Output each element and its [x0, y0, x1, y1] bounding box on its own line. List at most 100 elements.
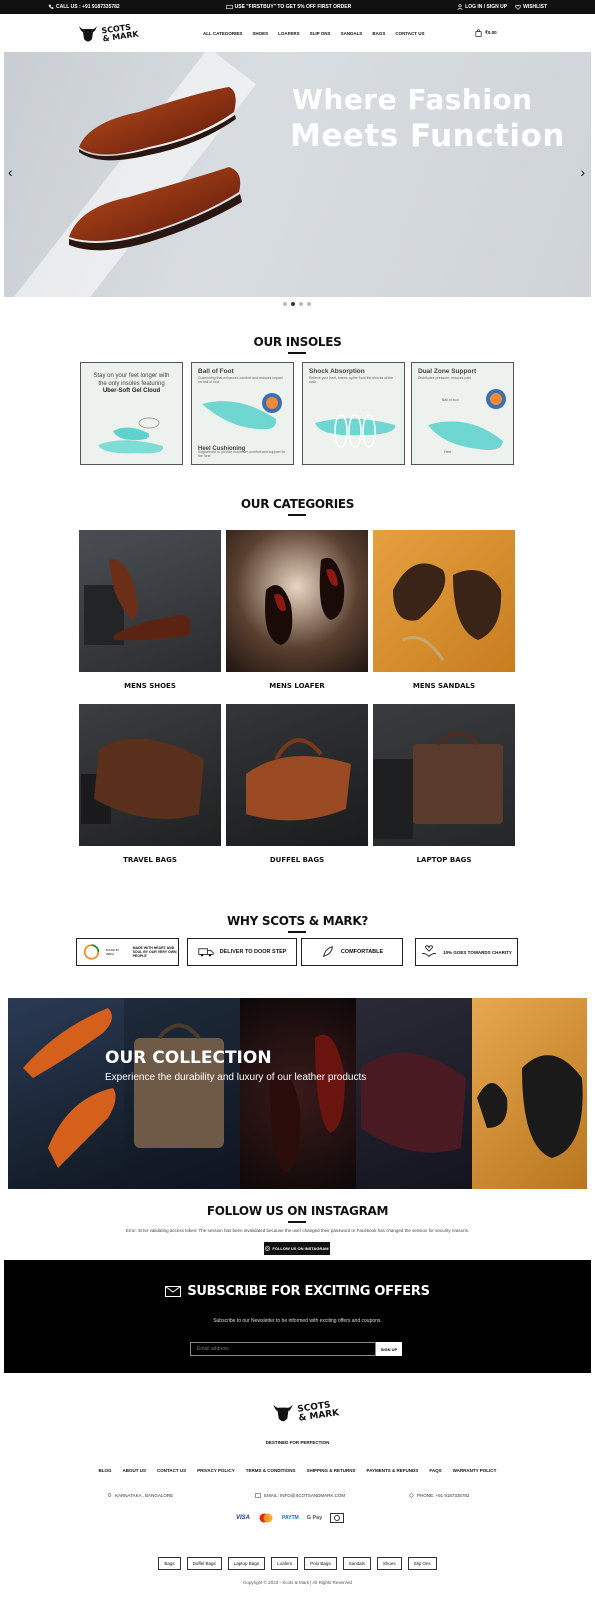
loafer-image — [69, 87, 242, 251]
footer-link-contact[interactable]: CONTACT US — [157, 1468, 186, 1473]
category-label[interactable]: MENS SANDALS — [373, 682, 515, 690]
tag-shoes[interactable]: Shoes — [376, 1557, 402, 1570]
category-laptop-bags[interactable] — [373, 704, 515, 846]
slider-dot-1[interactable] — [283, 302, 287, 306]
nav-all-categories[interactable]: ALL CATEGORIES — [203, 31, 242, 36]
insole-card-1[interactable]: Stay on your feet longer with the only in… — [80, 362, 183, 465]
newsletter-email-input[interactable] — [190, 1342, 376, 1356]
tag-laptop-bags[interactable]: Laptop Bags — [227, 1557, 266, 1570]
mens-loafer-image — [265, 557, 345, 645]
promo-info: USE "FIRSTBUY" TO GET 5% OFF FIRST ORDER — [225, 4, 351, 10]
made-in-india-icon — [83, 944, 100, 960]
visa-icon: VISA — [236, 1515, 251, 1521]
nav-contact-us[interactable]: CONTACT US — [395, 31, 424, 36]
tag-bags[interactable]: Bags — [158, 1557, 181, 1570]
category-label[interactable]: LAPTOP BAGS — [373, 856, 515, 864]
brown-bag-image — [134, 1023, 224, 1148]
instagram-follow-button[interactable]: FOLLOW US ON INSTAGRAM — [264, 1242, 330, 1255]
hero-next-arrow[interactable]: › — [580, 164, 585, 180]
category-label[interactable]: DUFFEL BAGS — [226, 856, 368, 864]
hero-headline: Where Fashion Meets Function — [290, 83, 565, 154]
tag-sandals[interactable]: Sandals — [342, 1557, 371, 1570]
title-underline — [288, 1221, 306, 1223]
charity-hands-icon — [422, 945, 437, 957]
collection-banner[interactable]: OUR COLLECTION Experience the durability… — [8, 998, 587, 1189]
truck-icon — [197, 948, 214, 957]
footer-email[interactable]: EMAIL: INFO@SCOTSANDMARK.COM — [255, 1493, 345, 1498]
nav-shoes[interactable]: SHOES — [252, 31, 268, 36]
site-logo[interactable]: SCOTS & MARK — [76, 21, 139, 45]
insole-card-desc: Distributes pressure, reduces pain — [418, 376, 472, 380]
footer-link-shipping[interactable]: SHIPPING & RETURNS — [307, 1468, 356, 1473]
why-comfortable: COMFORTABLE — [301, 938, 403, 966]
footer-links: BLOG ABOUT US CONTACT US PRIVACY POLICY … — [0, 1468, 595, 1473]
newsletter-signup-button[interactable]: SIGN UP — [376, 1342, 402, 1356]
footer-link-privacy[interactable]: PRIVACY POLICY — [197, 1468, 235, 1473]
category-mens-sandals[interactable] — [373, 530, 515, 672]
tag-duffel-bags[interactable]: Duffel Bags — [186, 1557, 222, 1570]
slider-dots — [283, 302, 311, 306]
why-item-text: COMFORTABLE — [340, 949, 384, 955]
envelope-icon — [165, 1286, 182, 1297]
category-duffel-bags[interactable] — [226, 704, 368, 846]
laptop-bags-image — [373, 732, 503, 839]
footer-link-about[interactable]: ABOUT US — [123, 1468, 147, 1473]
duffel-bags-image — [246, 738, 351, 821]
insole-card-title: Ball of Foot — [198, 368, 234, 375]
why-item-text: MADE WITH HEART AND SOUL BY OUR VERY OWN… — [132, 946, 177, 958]
insole-card-title: Shock Absorption — [309, 368, 365, 375]
slider-dot-3[interactable] — [299, 302, 303, 306]
phone-icon — [48, 4, 54, 9]
hero-slider: Where Fashion Meets Function ‹ › — [4, 52, 591, 297]
gel-insole-image — [98, 417, 164, 454]
footer-link-payments[interactable]: PAYMENTS & REFUNDS — [367, 1468, 419, 1473]
slider-dot-4[interactable] — [307, 302, 311, 306]
collection-image-1 — [8, 998, 124, 1189]
cod-icon — [330, 1513, 345, 1523]
cart-button[interactable]: ₹0.00 — [475, 29, 497, 37]
call-info[interactable]: CALL US : +91 9187335782 — [48, 4, 120, 10]
category-label[interactable]: MENS LOAFER — [226, 682, 368, 690]
footer-phone[interactable]: PHONE: +91 9187335782 — [409, 1493, 469, 1498]
insole-card-3[interactable]: Shock Absorption Relieve your heel, knee… — [302, 362, 405, 465]
footer-tags: Bags Duffel Bags Laptop Bags Loafers Pol… — [0, 1557, 595, 1570]
phone-icon — [409, 1493, 414, 1498]
category-label[interactable]: MENS SHOES — [79, 682, 221, 690]
nav-slip-ons[interactable]: SLIP ONS — [310, 31, 331, 36]
site-header: SCOTS & MARK ALL CATEGORIES SHOES LOAFERS… — [0, 14, 595, 52]
footer-tagline: DESTINED FOR PERFECTION — [265, 1440, 330, 1445]
collection-image-4 — [356, 998, 472, 1189]
footer-logo[interactable]: SCOTS & MARK — [270, 1399, 340, 1425]
tag-loafers[interactable]: Loafers — [271, 1557, 299, 1570]
category-mens-shoes[interactable] — [79, 530, 221, 672]
bull-logo-icon — [79, 26, 97, 42]
category-label[interactable]: TRAVEL BAGS — [79, 856, 221, 864]
nav-sandals[interactable]: SANDALS — [341, 31, 363, 36]
user-icon — [457, 4, 463, 10]
insole-card-2[interactable]: Ball of Foot Cushioning that enhances co… — [191, 362, 294, 465]
footer-link-blog[interactable]: BLOG — [99, 1468, 112, 1473]
nav-loafers[interactable]: LOAFERS — [278, 31, 300, 36]
announcement-bar: CALL US : +91 9187335782 USE "FIRSTBUY" … — [0, 0, 595, 14]
footer-link-warranty[interactable]: WARRANTY POLICY — [453, 1468, 497, 1473]
footer-link-terms[interactable]: TERMS & CONDITIONS — [246, 1468, 296, 1473]
wishlist-link[interactable]: WISHLIST — [515, 4, 547, 10]
why-made-in-india: MADE IN INDIA MADE WITH HEART AND SOUL B… — [76, 938, 179, 966]
collection-subtitle: Experience the durability and luxury of … — [105, 1072, 367, 1083]
slider-dot-2[interactable] — [291, 302, 295, 306]
feather-icon — [322, 946, 333, 958]
title-underline — [288, 931, 306, 933]
login-link[interactable]: LOG IN / SIGN UP — [457, 4, 507, 10]
footer-link-faqs[interactable]: FAQS — [429, 1468, 441, 1473]
nav-bags[interactable]: BAGS — [372, 31, 385, 36]
hero-prev-arrow[interactable]: ‹ — [8, 164, 13, 180]
category-mens-loafer[interactable] — [226, 530, 368, 672]
category-travel-bags[interactable] — [79, 704, 221, 846]
collection-image-3 — [240, 998, 356, 1189]
insole-card-4[interactable]: Dual Zone Support Distributes pressure, … — [411, 362, 514, 465]
tag-polo-bags[interactable]: Polo Bags — [304, 1557, 337, 1570]
collection-image-2 — [124, 998, 240, 1189]
copyright: Copyright © 2023 - Scots & Mark | All Ri… — [243, 1580, 352, 1585]
tag-slip-ons[interactable]: Slip Ons — [407, 1557, 437, 1570]
why-delivery: DELIVER TO DOOR STEP — [187, 938, 297, 966]
